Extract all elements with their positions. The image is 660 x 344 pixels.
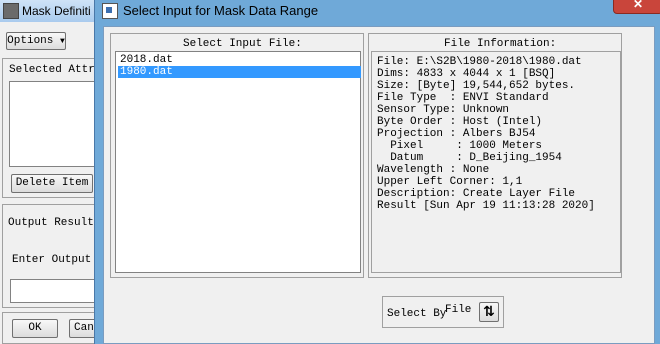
- info-file-path: File: E:\S2B\1980-2018\1980.dat: [377, 56, 582, 68]
- info-upper-left: Upper Left Corner: 1,1: [377, 176, 523, 188]
- info-result: Result [Sun Apr 19 11:13:28 2020]: [377, 200, 595, 212]
- select-by-toggle-button[interactable]: ⇅: [479, 302, 499, 322]
- file-item-1980-selected[interactable]: 1980.dat: [118, 66, 361, 78]
- mask-definition-title: Mask Definiti: [22, 4, 91, 18]
- file-information-text: File: E:\S2B\1980-2018\1980.dat Dims: 48…: [371, 51, 621, 273]
- close-icon: ✕: [632, 0, 644, 11]
- ok-button[interactable]: OK: [12, 319, 58, 338]
- output-result-label: Output Result: [8, 217, 94, 229]
- info-dims: Dims: 4833 x 4044 x 1 [BSQ]: [377, 68, 556, 80]
- info-pixel: Pixel : 1000 Meters: [377, 140, 543, 152]
- select-input-dialog: Select Input for Mask Data Range ✕ Selec…: [94, 0, 660, 344]
- select-input-file-label: Select Input File:: [183, 38, 302, 50]
- info-file-type: File Type : ENVI Standard: [377, 92, 549, 104]
- enter-output-filename-label: Enter Output F: [12, 254, 105, 266]
- select-input-file-group: Select Input File: 2018.dat 1980.dat: [110, 33, 364, 278]
- select-by-group: Select By File ⇅: [382, 296, 504, 328]
- info-byte-order: Byte Order : Host (Intel): [377, 116, 543, 128]
- input-file-list[interactable]: 2018.dat 1980.dat: [115, 51, 361, 273]
- options-label: Options: [7, 35, 54, 47]
- select-by-label: Select By: [387, 308, 447, 320]
- file-information-group: File Information: File: E:\S2B\1980-2018…: [368, 33, 622, 278]
- delete-item-button[interactable]: Delete Item: [11, 174, 93, 193]
- selected-attributes-label: Selected Attri: [9, 64, 102, 76]
- close-button[interactable]: ✕: [613, 0, 660, 14]
- info-projection: Projection : Albers BJ54: [377, 128, 536, 140]
- options-menu-button[interactable]: Options ▼: [6, 32, 66, 50]
- dialog-client-area: Select Input File: 2018.dat 1980.dat Fil…: [103, 26, 655, 344]
- dropdown-arrow-icon: ▼: [60, 37, 65, 46]
- info-size: Size: [Byte] 19,544,652 bytes.: [377, 80, 576, 92]
- file-item-2018[interactable]: 2018.dat: [118, 54, 361, 66]
- info-description: Description: Create Layer File: [377, 188, 576, 200]
- info-datum: Datum : D_Beijing_1954: [377, 152, 562, 164]
- dialog-window-icon: [102, 3, 118, 19]
- file-information-label: File Information:: [444, 38, 557, 50]
- swap-arrows-icon: ⇅: [483, 304, 495, 320]
- envi-app-icon: [3, 3, 19, 19]
- dialog-title: Select Input for Mask Data Range: [123, 3, 319, 18]
- select-by-value: File: [445, 304, 472, 316]
- info-sensor-type: Sensor Type: Unknown: [377, 104, 510, 116]
- info-wavelength: Wavelength : None: [377, 164, 490, 176]
- dialog-titlebar[interactable]: Select Input for Mask Data Range ✕: [95, 0, 660, 22]
